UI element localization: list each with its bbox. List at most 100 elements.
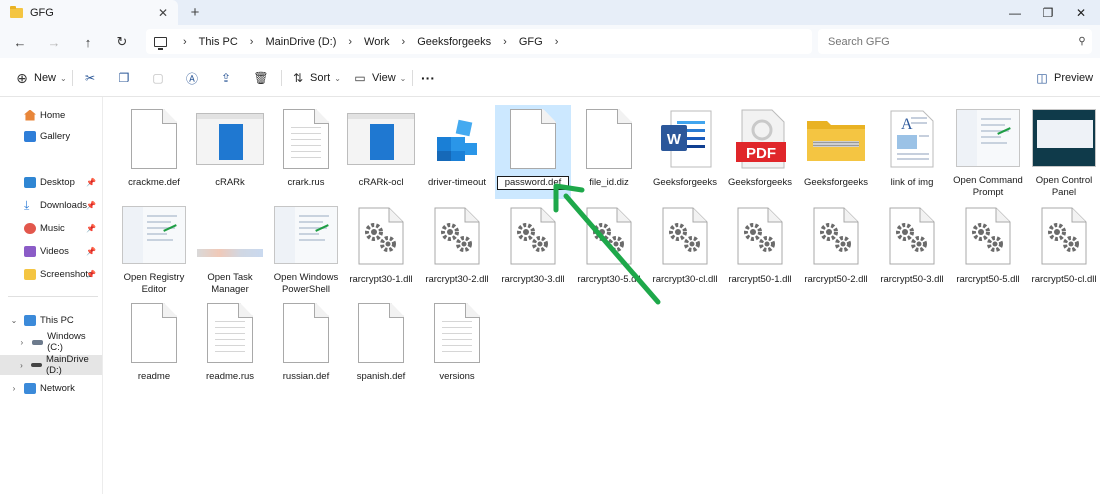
- close-tab-icon[interactable]: ✕: [154, 6, 172, 20]
- sidebar-item-screenshots[interactable]: Screenshots 📌: [0, 264, 102, 284]
- breadcrumb-work[interactable]: Work: [364, 36, 389, 48]
- file-item[interactable]: rarcrypt50-2.dll: [798, 202, 874, 296]
- breadcrumb-gfg[interactable]: GFG: [519, 36, 543, 48]
- divider: [8, 296, 98, 297]
- file-thumbnail: A: [874, 105, 950, 173]
- file-item[interactable]: driver-timeout: [419, 105, 495, 199]
- file-item[interactable]: W Geeksforgeeks: [647, 105, 723, 199]
- chevron-right-icon[interactable]: ›: [402, 36, 406, 48]
- file-item[interactable]: rarcrypt50-5.dll: [950, 202, 1026, 296]
- file-name: rarcrypt50-1.dll: [728, 274, 792, 285]
- file-name[interactable]: password.def: [497, 176, 569, 190]
- minimize-button[interactable]: —: [998, 0, 1032, 25]
- more-options-button[interactable]: ···: [421, 68, 435, 88]
- back-button[interactable]: ←: [10, 32, 30, 52]
- refresh-button[interactable]: ↻: [112, 32, 132, 52]
- file-item[interactable]: crark.rus: [268, 105, 344, 199]
- copy-button[interactable]: ❐: [116, 68, 132, 88]
- chevron-right-icon[interactable]: ›: [250, 36, 254, 48]
- sidebar-item-videos[interactable]: Videos 📌: [0, 241, 102, 261]
- text-file-icon: [283, 109, 329, 169]
- file-item[interactable]: cRARk: [192, 105, 268, 199]
- maximize-button[interactable]: ❐: [1031, 0, 1065, 25]
- paste-button[interactable]: ▢: [150, 68, 166, 88]
- file-item[interactable]: rarcrypt30-2.dll: [419, 202, 495, 296]
- preview-button[interactable]: ◫ Preview: [1034, 68, 1093, 88]
- file-name: crark.rus: [287, 177, 325, 188]
- breadcrumb-geeksforgeeks[interactable]: Geeksforgeeks: [417, 36, 491, 48]
- sidebar-item-windows-c[interactable]: › Windows (C:): [0, 331, 102, 353]
- file-item[interactable]: rarcrypt50-cl.dll: [1026, 202, 1100, 296]
- file-item[interactable]: readme.rus: [192, 299, 268, 393]
- new-tab-button[interactable]: +: [187, 4, 203, 21]
- pin-icon[interactable]: 📌: [86, 178, 96, 187]
- breadcrumb-this-pc[interactable]: This PC: [199, 36, 238, 48]
- file-thumbnail: [268, 299, 344, 367]
- file-item[interactable]: rarcrypt30-1.dll: [343, 202, 419, 296]
- file-item[interactable]: rarcrypt30-3.dll: [495, 202, 571, 296]
- delete-button[interactable]: 🗑: [253, 68, 269, 88]
- file-item[interactable]: password.def: [495, 105, 571, 199]
- chevron-right-icon[interactable]: ›: [8, 384, 20, 393]
- file-item[interactable]: Open Windows PowerShell: [268, 202, 344, 296]
- file-item[interactable]: Geeksforgeeks: [798, 105, 874, 199]
- chevron-right-icon[interactable]: ›: [16, 338, 28, 347]
- rename-button[interactable]: Ⓐ: [184, 68, 200, 88]
- file-item[interactable]: Open Control Panel: [1026, 105, 1100, 199]
- pin-icon[interactable]: 📌: [86, 247, 96, 256]
- file-thumbnail: [495, 105, 571, 173]
- sidebar-item-desktop[interactable]: Desktop 📌: [0, 172, 102, 192]
- tab-gfg[interactable]: GFG ✕: [0, 0, 178, 25]
- sidebar-item-home[interactable]: Home: [0, 105, 102, 125]
- file-item[interactable]: Open Task Manager: [192, 202, 268, 296]
- address-bar[interactable]: › This PC › MainDrive (D:) › Work › Geek…: [146, 29, 812, 54]
- cut-button[interactable]: ✂: [82, 68, 98, 88]
- close-window-button[interactable]: ✕: [1064, 0, 1098, 25]
- sidebar-item-music[interactable]: Music 📌: [0, 218, 102, 238]
- sidebar-item-maindrive-d[interactable]: › MainDrive (D:): [0, 354, 102, 376]
- up-button[interactable]: ↑: [78, 32, 98, 52]
- sidebar-item-gallery[interactable]: Gallery: [0, 126, 102, 146]
- chevron-right-icon[interactable]: ›: [16, 361, 27, 370]
- file-item[interactable]: rarcrypt30-cl.dll: [647, 202, 723, 296]
- file-item[interactable]: rarcrypt50-1.dll: [722, 202, 798, 296]
- share-button[interactable]: ⇪: [218, 68, 234, 88]
- sort-button[interactable]: ⇅ Sort ⌄: [290, 68, 341, 88]
- forward-button[interactable]: →: [44, 32, 64, 52]
- file-name: readme.rus: [205, 371, 255, 382]
- file-item[interactable]: rarcrypt30-5.dll: [571, 202, 647, 296]
- sidebar-item-downloads[interactable]: ⤓ Downloads 📌: [0, 195, 102, 215]
- new-button[interactable]: ⊕ New ⌄: [14, 68, 67, 88]
- dll-gear-icon: [358, 207, 404, 265]
- file-item[interactable]: spanish.def: [343, 299, 419, 393]
- view-button[interactable]: ▭ View ⌄: [352, 68, 406, 88]
- pin-icon[interactable]: 📌: [86, 224, 96, 233]
- chevron-right-icon[interactable]: ›: [503, 36, 507, 48]
- file-item[interactable]: PDF Geeksforgeeks: [722, 105, 798, 199]
- chevron-down-icon: ⌄: [60, 73, 67, 83]
- file-item[interactable]: versions: [419, 299, 495, 393]
- copy-icon: ❐: [118, 71, 130, 85]
- chevron-right-icon[interactable]: ›: [555, 36, 559, 48]
- file-item[interactable]: Alink of img: [874, 105, 950, 199]
- search-box[interactable]: ⚲: [818, 29, 1092, 54]
- chevron-right-icon[interactable]: ›: [183, 36, 187, 48]
- file-item[interactable]: Open Command Prompt: [950, 105, 1026, 199]
- file-item[interactable]: file_id.diz: [571, 105, 647, 199]
- pin-icon[interactable]: 📌: [86, 270, 96, 279]
- file-item[interactable]: rarcrypt50-3.dll: [874, 202, 950, 296]
- sidebar-item-this-pc[interactable]: ⌄ This PC: [0, 310, 102, 330]
- file-name: cRARk: [215, 177, 245, 188]
- video-icon: [24, 245, 36, 257]
- file-item[interactable]: cRARk-ocl: [343, 105, 419, 199]
- file-item[interactable]: Open Registry Editor: [116, 202, 192, 296]
- pin-icon[interactable]: 📌: [86, 201, 96, 210]
- sidebar-item-network[interactable]: › Network: [0, 378, 102, 398]
- file-item[interactable]: russian.def: [268, 299, 344, 393]
- file-item[interactable]: readme: [116, 299, 192, 393]
- chevron-down-icon[interactable]: ⌄: [8, 316, 20, 325]
- breadcrumb-maindrive[interactable]: MainDrive (D:): [265, 36, 336, 48]
- chevron-right-icon[interactable]: ›: [348, 36, 352, 48]
- file-item[interactable]: crackme.def: [116, 105, 192, 199]
- search-input[interactable]: [828, 35, 1072, 48]
